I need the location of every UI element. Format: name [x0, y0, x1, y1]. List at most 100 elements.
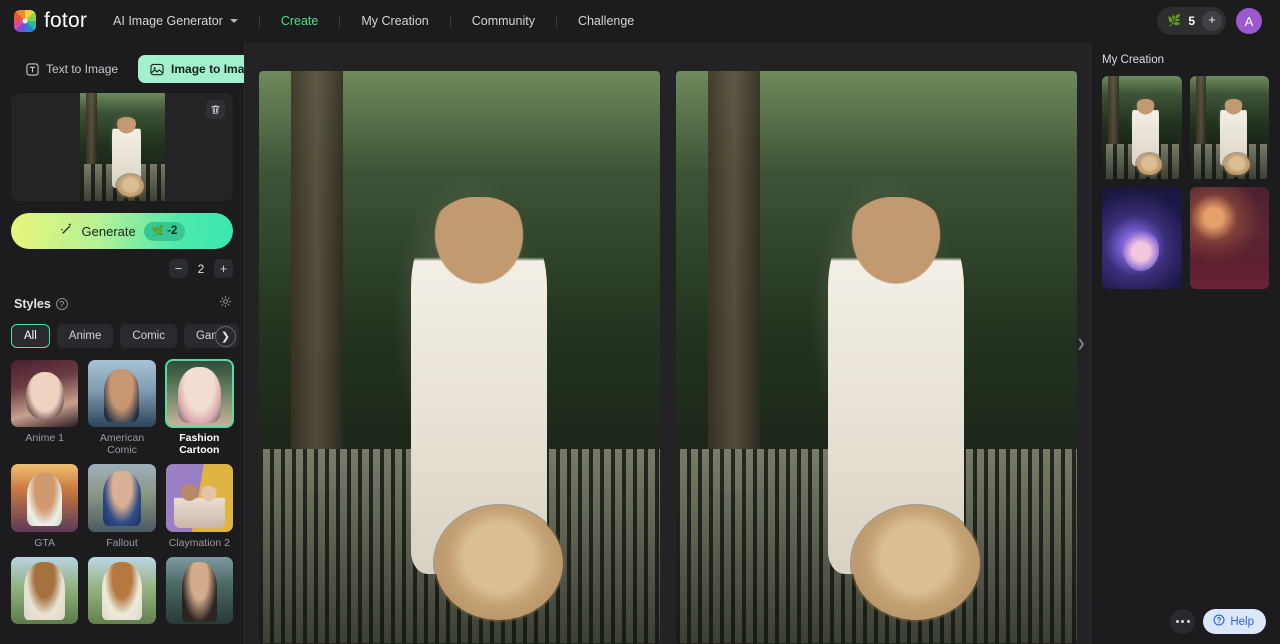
delete-image-button[interactable] [206, 100, 225, 119]
creation-hat [1136, 154, 1163, 175]
quantity-value: 2 [197, 261, 205, 276]
style-card-row3-1[interactable] [11, 556, 79, 625]
style-card-fallout[interactable]: Fallout [88, 464, 156, 549]
nav-item-label: AI Image Generator [113, 14, 223, 28]
nav-item-my-creation[interactable]: My Creation [340, 0, 449, 42]
style-thumbnail [88, 556, 156, 625]
gear-icon[interactable] [219, 295, 232, 313]
style-thumbnail [165, 556, 233, 625]
credits-pill[interactable]: 🌿 5 + [1156, 7, 1226, 35]
top-navigation-bar: fotor AI Image Generator Create My Creat… [0, 0, 1280, 42]
add-credits-button[interactable]: + [1202, 11, 1222, 31]
style-card-american-comic[interactable]: American Comic [88, 360, 156, 457]
creation-thumb-4[interactable] [1189, 186, 1269, 290]
style-thumbnail [11, 556, 79, 625]
nav-item-label: Community [471, 14, 535, 28]
creation-thumb-1[interactable] [1102, 76, 1182, 179]
style-label: Anime 1 [25, 432, 64, 445]
tab-text-to-image[interactable]: Text to Image [14, 55, 130, 83]
floating-action-cluster: Help [1170, 609, 1266, 634]
style-thumbnail [88, 360, 156, 428]
style-card-gta[interactable]: GTA [11, 464, 79, 549]
dot [1186, 620, 1190, 623]
top-bar-right-cluster: 🌿 5 + A [1156, 7, 1266, 35]
leaf-icon: 🌿 [1167, 14, 1182, 27]
style-filter-all[interactable]: All [11, 324, 50, 348]
style-thumbnail [88, 464, 156, 532]
style-label: Claymation 2 [168, 536, 230, 549]
style-card-claymation-2[interactable]: Claymation 2 [165, 464, 233, 549]
nav-item-create[interactable]: Create [260, 0, 340, 42]
help-label: Help [1230, 615, 1254, 628]
fotor-rainbow-logo-icon [14, 10, 36, 32]
creation-thumb-2[interactable] [1189, 76, 1269, 179]
style-label: Fallout [106, 536, 138, 549]
mode-tabs: Text to Image Image to Image [0, 42, 244, 93]
credits-count: 5 [1188, 14, 1195, 28]
nav-item-label: My Creation [361, 14, 429, 28]
creations-grid [1102, 76, 1269, 290]
logo-wordmark: fotor [44, 9, 88, 32]
generate-cost-badge: 🌿 -2 [143, 221, 186, 241]
results-canvas: ❯ [245, 42, 1090, 644]
tab-label: Image to Image [171, 62, 245, 76]
style-label: Fashion Cartoon [179, 432, 220, 457]
creation-art [1102, 186, 1182, 290]
styles-header: Styles ? [0, 278, 244, 313]
dot [1181, 620, 1185, 623]
creation-hat [1224, 154, 1250, 175]
nav-item-label: Create [280, 14, 319, 28]
fotor-logo[interactable]: fotor [14, 9, 87, 33]
generated-image-hat [434, 505, 564, 621]
style-label: American Comic [99, 432, 145, 457]
generate-cost-value: -2 [167, 225, 178, 237]
chevron-down-icon [229, 19, 238, 23]
dot [1175, 620, 1179, 623]
nav-item-challenge[interactable]: Challenge [557, 0, 655, 42]
quantity-stepper: − 2 + [0, 249, 244, 278]
styles-title: Styles [14, 297, 51, 311]
uploaded-image-thumbnail [79, 93, 165, 201]
help-circle-icon [1213, 614, 1225, 629]
collapse-panel-chevron-right-icon[interactable]: ❯ [1075, 323, 1087, 363]
text-icon [26, 62, 39, 76]
creation-art [1189, 186, 1269, 290]
style-filter-comic[interactable]: Comic [120, 324, 177, 348]
image-icon [150, 63, 164, 76]
style-label: GTA [34, 536, 56, 549]
style-filter-anime[interactable]: Anime [56, 324, 114, 348]
chips-scroller: All Anime Comic Game A [11, 324, 244, 348]
left-sidebar: Text to Image Image to Ima ge [0, 42, 245, 644]
question-mark-icon[interactable]: ? [55, 298, 68, 310]
styles-grid: Anime 1 American Comic Fashion Cartoon G… [0, 348, 244, 634]
creation-thumb-3[interactable] [1102, 186, 1182, 290]
my-creation-panel: My Creation [1090, 42, 1280, 644]
app-body: Text to Image Image to Ima ge [0, 42, 1280, 644]
help-button[interactable]: Help [1203, 609, 1266, 634]
avatar[interactable]: A [1236, 8, 1262, 34]
nav-item-label: Challenge [577, 14, 635, 28]
trash-icon [211, 105, 220, 114]
nav-item-ai-image-generator[interactable]: AI Image Generator [113, 0, 259, 42]
generated-image-2[interactable] [675, 71, 1077, 643]
generate-button[interactable]: Generate 🌿 -2 [11, 213, 233, 249]
leaf-icon: 🌿 [151, 225, 165, 237]
generate-label: Generate [81, 223, 136, 239]
chevron-right-icon[interactable]: ❯ [215, 326, 236, 347]
tab-image-to-image[interactable]: Image to Image [138, 55, 245, 83]
generated-image-1[interactable] [258, 71, 660, 643]
nav-item-community[interactable]: Community [451, 0, 556, 42]
magic-wand-icon [59, 221, 74, 241]
style-thumbnail [11, 360, 79, 428]
style-card-fashion-cartoon[interactable]: Fashion Cartoon [164, 358, 235, 457]
style-card-anime-1[interactable]: Anime 1 [11, 360, 79, 456]
uploaded-image-preview[interactable] [11, 93, 233, 201]
quantity-decrease-button[interactable]: − [169, 259, 188, 278]
style-filter-chips: All Anime Comic Game A ❯ [0, 313, 244, 348]
more-dots-icon[interactable] [1170, 609, 1196, 634]
style-card-row3-3[interactable] [165, 556, 233, 625]
generated-image-hat [851, 505, 981, 621]
style-card-row3-2[interactable] [88, 556, 156, 625]
quantity-increase-button[interactable]: + [214, 259, 233, 278]
uploaded-image-hat [116, 175, 145, 197]
